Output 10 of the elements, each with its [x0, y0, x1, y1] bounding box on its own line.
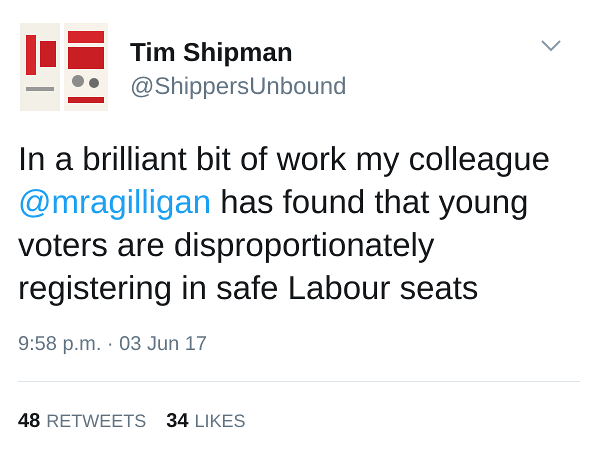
stat-count: 34 [166, 409, 189, 434]
author-handle: @ShippersUnbound [130, 72, 347, 102]
stat-label: LIKES [194, 410, 246, 433]
stat-count: 48 [18, 409, 40, 434]
stat-label: RETWEETS [46, 410, 146, 433]
chevron-down-icon[interactable] [540, 39, 562, 53]
tweet-text: In a brilliant bit of work my colleague @mragilligan has found that young voters are disproportionately registering in safe Labour seats [18, 139, 551, 308]
timestamp: 9:58 p.m. · 03 Jun 17 [18, 332, 208, 357]
mention-link[interactable]: @mragilligan [18, 183, 212, 220]
author-name: Tim Shipman [130, 36, 294, 69]
